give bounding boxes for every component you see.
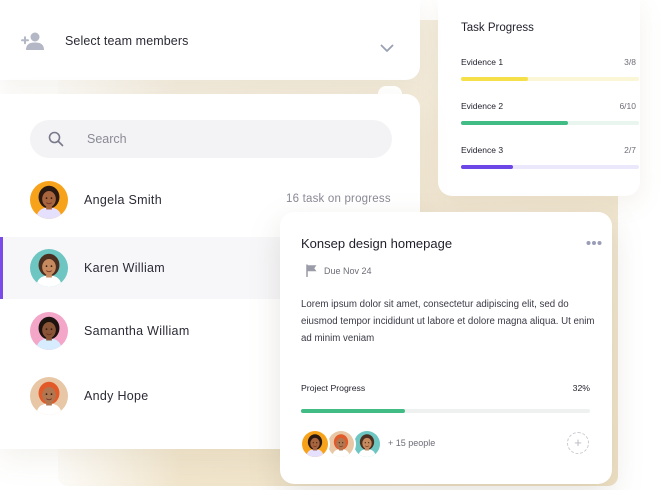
task-title: Konsep design homepage [301, 236, 453, 251]
task-progress-title: Task Progress [461, 22, 534, 34]
chevron-down-icon[interactable] [380, 40, 394, 58]
evidence-label: Evidence 2 [461, 101, 504, 111]
evidence-item: Evidence 2 6/10 [461, 101, 639, 131]
evidence-progress-track [461, 121, 639, 125]
member-name: Andy Hope [84, 389, 149, 403]
evidence-progress-track [461, 165, 639, 169]
avatar [30, 377, 68, 415]
assignee-avatar [352, 429, 382, 459]
evidence-count: 3/8 [624, 57, 636, 67]
assignee-avatar [300, 429, 330, 459]
flag-icon [306, 264, 318, 282]
project-progress-label: Project Progress [301, 383, 366, 393]
search-input[interactable] [87, 120, 377, 158]
evidence-label: Evidence 3 [461, 145, 504, 155]
add-member-button[interactable]: + [567, 432, 589, 454]
member-name: Angela Smith [84, 193, 162, 207]
project-progress-value: 32% [572, 383, 590, 393]
evidence-count: 2/7 [624, 145, 636, 155]
task-progress-card: Task Progress Evidence 1 3/8 Evidence 2 … [438, 0, 640, 196]
project-progress-fill [301, 409, 406, 413]
evidence-item: Evidence 3 2/7 [461, 145, 639, 175]
evidence-progress-fill [461, 121, 568, 125]
project-progress-track [301, 409, 590, 413]
avatar [30, 249, 68, 287]
select-team-label: Select team members [65, 34, 189, 48]
plus-icon: + [574, 435, 582, 450]
member-name: Karen William [84, 261, 165, 275]
more-options-icon[interactable] [586, 233, 602, 251]
task-description: Lorem ipsum dolor sit amet, consectetur … [301, 299, 595, 344]
due-date: Due Nov 24 [324, 266, 372, 276]
avatar [30, 312, 68, 350]
member-task-count: 16 task on progress [286, 193, 391, 205]
evidence-label: Evidence 1 [461, 57, 504, 67]
evidence-count: 6/10 [619, 101, 636, 111]
task-detail-card: Konsep design homepage Due Nov 24 Lorem … [280, 212, 612, 484]
assignee-avatars[interactable] [300, 429, 390, 459]
avatar [30, 181, 68, 219]
evidence-progress-fill [461, 165, 513, 169]
search-icon [48, 131, 64, 152]
evidence-progress-fill [461, 77, 528, 81]
people-count: + 15 people [388, 438, 436, 448]
assignee-avatar [326, 429, 356, 459]
search-bar[interactable] [30, 120, 392, 158]
select-team-dropdown[interactable]: Select team members [0, 0, 420, 80]
evidence-progress-track [461, 77, 639, 81]
member-name: Samantha William [84, 324, 190, 338]
person-add-icon [21, 31, 45, 56]
evidence-item: Evidence 1 3/8 [461, 57, 639, 87]
